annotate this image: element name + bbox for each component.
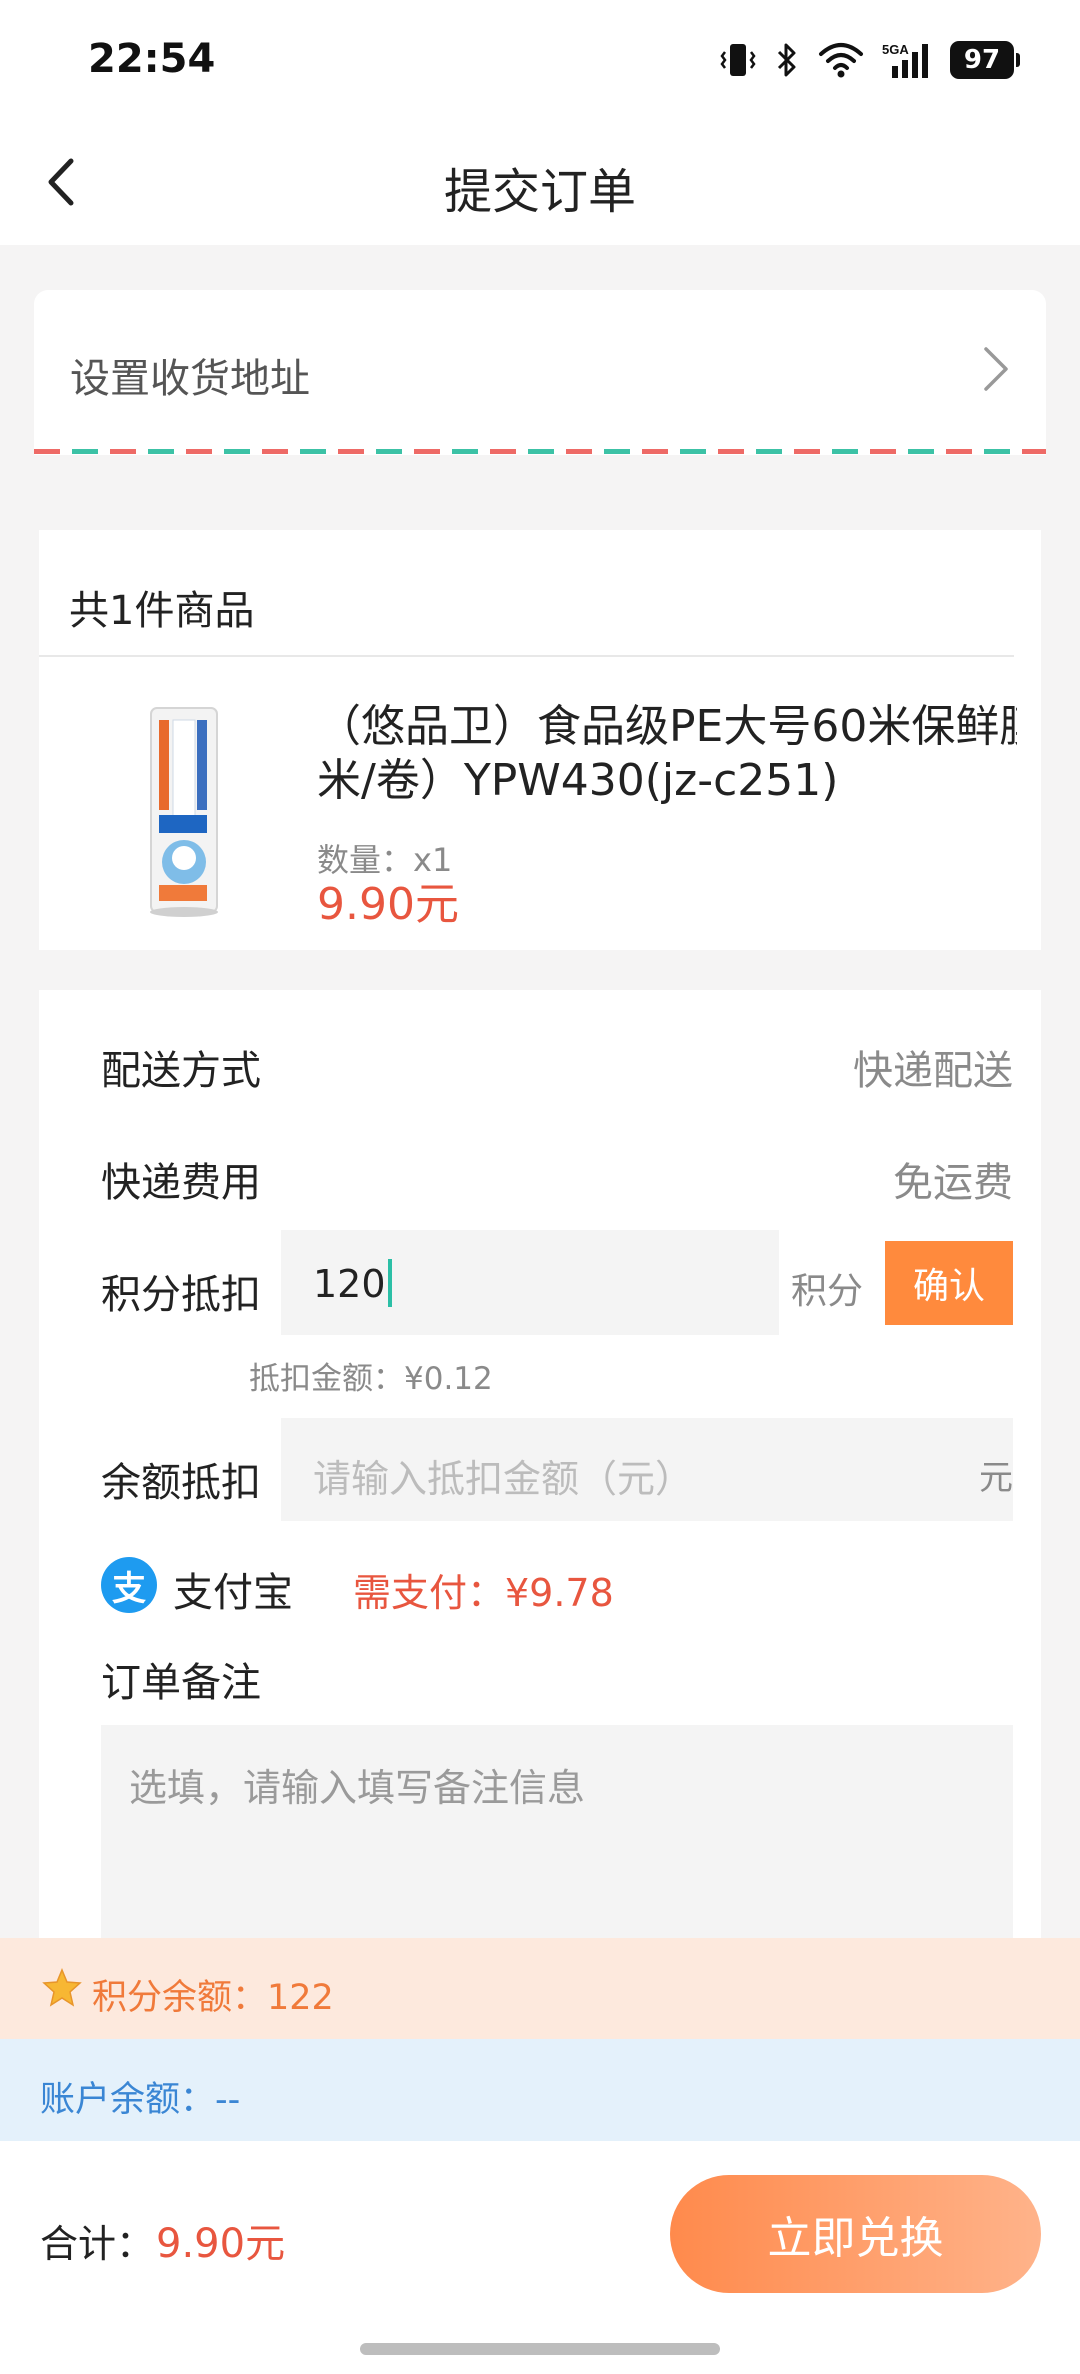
divider <box>39 655 1014 657</box>
vibrate-icon <box>720 44 756 76</box>
points-balance-text: 积分余额：122 <box>92 1978 334 2018</box>
status-icons: 5GA 97 <box>720 38 1020 82</box>
signal-icon: 5GA <box>882 42 928 78</box>
total-value: 9.90元 <box>156 2221 286 2267</box>
points-balance-bar: 积分余额：122 <box>0 1938 1080 2039</box>
product-price: 9.90元 <box>317 879 459 930</box>
total-label: 合计： <box>40 2222 155 2266</box>
delivery-value[interactable]: 快递配送 <box>853 1038 1013 1096</box>
balance-input[interactable]: 请输入抵扣金额（元） 元 <box>281 1418 1013 1521</box>
payment-method-label[interactable]: 支付宝 <box>173 1560 293 1618</box>
status-bar: 22:54 5GA 97 <box>0 0 1080 120</box>
chevron-right-icon <box>984 347 1008 391</box>
cling-film-roll-image <box>150 707 218 917</box>
home-indicator[interactable] <box>360 2343 720 2355</box>
product-name[interactable]: （悠品卫）食品级PE大号60米保鲜膜 米/卷）YPW430(jz-c251) <box>317 700 1017 808</box>
address-divider <box>34 449 1046 454</box>
status-time: 22:54 <box>88 36 216 82</box>
page-title: 提交订单 <box>443 164 636 220</box>
product-name-line1: （悠品卫）食品级PE大号60米保鲜膜 <box>317 701 1017 752</box>
points-input[interactable]: 120 <box>281 1230 779 1335</box>
remark-placeholder: 选填，请输入填写备注信息 <box>129 1766 586 1810</box>
battery-icon: 97 <box>950 41 1020 79</box>
bluetooth-icon <box>777 43 796 77</box>
points-unit: 积分 <box>791 1271 864 1312</box>
exchange-now-button[interactable]: 立即兑换 <box>670 2175 1041 2293</box>
remark-label: 订单备注 <box>101 1660 261 1706</box>
need-pay-amount: 需支付：¥9.78 <box>353 1571 614 1615</box>
nav-bar: 提交订单 <box>0 120 1080 245</box>
star-icon <box>42 1968 82 2007</box>
fee-label: 快递费用 <box>101 1160 261 1206</box>
address-selector[interactable]: 设置收货地址 <box>34 290 1046 455</box>
account-balance-text: 账户余额：-- <box>40 2080 241 2120</box>
address-prompt: 设置收货地址 <box>70 356 310 402</box>
fee-value: 免运费 <box>893 1160 1013 1206</box>
balance-unit: 元 <box>979 1458 1013 1498</box>
points-input-value: 120 <box>313 1262 386 1306</box>
alipay-icon: 支 <box>101 1557 157 1613</box>
product-name-line2: 米/卷）YPW430(jz-c251) <box>317 755 839 806</box>
goods-card: 共1件商品 （悠品卫）食品级PE大号60米保鲜膜 米/卷）YPW430(jz-c… <box>39 530 1041 950</box>
network-type-label: 5GA <box>882 42 909 57</box>
confirm-points-button[interactable]: 确认 <box>885 1241 1013 1325</box>
product-image[interactable] <box>69 695 299 925</box>
balance-placeholder: 请输入抵扣金额（元） <box>313 1457 694 1501</box>
balance-label: 余额抵扣 <box>101 1460 261 1506</box>
points-label: 积分抵扣 <box>101 1272 261 1318</box>
remark-textarea[interactable]: 选填，请输入填写备注信息 <box>101 1725 1013 1945</box>
wifi-icon <box>819 43 863 78</box>
text-cursor <box>387 1258 392 1307</box>
deduct-amount: 抵扣金额：¥0.12 <box>249 1361 493 1397</box>
order-details-card: 配送方式 快递配送 快递费用 免运费 积分抵扣 120 积分 确认 抵扣金额：¥… <box>39 990 1041 1990</box>
account-balance-bar: 账户余额：-- <box>0 2039 1080 2141</box>
footer-bar: 合计： 9.90元 立即兑换 <box>0 2141 1080 2374</box>
delivery-label: 配送方式 <box>101 1048 261 1094</box>
goods-count: 共1件商品 <box>69 588 255 634</box>
